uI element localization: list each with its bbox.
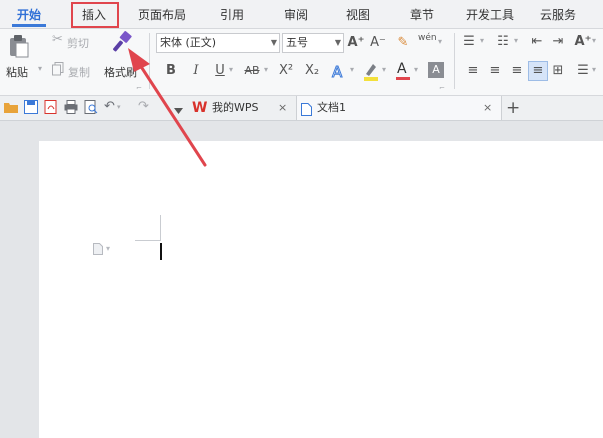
- annotation-arrow-icon: [128, 48, 207, 167]
